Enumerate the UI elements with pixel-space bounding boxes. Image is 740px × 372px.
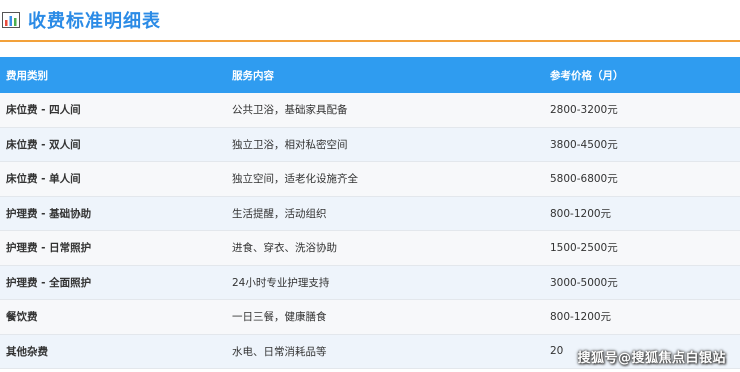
cell-category: 护理费 - 基础协助: [6, 207, 92, 220]
cell-category: 床位费 - 单人间: [6, 173, 81, 186]
cell-category: 餐饮费: [6, 311, 38, 324]
cell-price: 1500-2500元: [550, 242, 618, 255]
table-row: 餐饮费 一日三餐，健康膳食 800-1200元: [0, 300, 740, 335]
cell-category: 其他杂费: [6, 345, 48, 358]
cell-price: 5800-6800元: [550, 173, 618, 186]
cell-service: 公共卫浴，基础家具配备: [232, 104, 348, 117]
table-header: 费用类别 服务内容 参考价格（月）: [0, 57, 740, 93]
bar-chart-icon: [2, 12, 20, 28]
cell-category: 床位费 - 双人间: [6, 138, 81, 151]
column-header-category: 费用类别: [6, 69, 48, 82]
watermark: 搜狐号@搜狐焦点白银站: [577, 351, 726, 366]
cell-category: 护理费 - 全面照护: [6, 276, 92, 289]
cell-price: 800-1200元: [550, 311, 612, 324]
cell-service: 进食、穿衣、洗浴协助: [232, 242, 337, 255]
table-row: 护理费 - 基础协助 生活提醒，活动组织 800-1200元: [0, 196, 740, 231]
cell-service: 独立卫浴，相对私密空间: [232, 138, 348, 151]
cell-service: 24小时专业护理支持: [232, 276, 330, 289]
cell-price: 3000-5000元: [550, 276, 618, 289]
cell-price: 800-1200元: [550, 207, 612, 220]
column-header-price: 参考价格（月）: [550, 69, 624, 82]
column-header-service: 服务内容: [232, 69, 274, 82]
fee-table: 费用类别 服务内容 参考价格（月） 床位费 - 四人间 公共卫浴，基础家具配备 …: [0, 57, 740, 369]
table-row: 护理费 - 日常照护 进食、穿衣、洗浴协助 1500-2500元: [0, 231, 740, 266]
table-row: 床位费 - 单人间 独立空间，适老化设施齐全 5800-6800元: [0, 162, 740, 197]
cell-category: 床位费 - 四人间: [6, 104, 81, 117]
title-bar: 收费标准明细表: [0, 0, 740, 42]
cell-service: 独立空间，适老化设施齐全: [232, 173, 358, 186]
table-row: 床位费 - 四人间 公共卫浴，基础家具配备 2800-3200元: [0, 93, 740, 128]
cell-price: 3800-4500元: [550, 138, 618, 151]
cell-category: 护理费 - 日常照护: [6, 242, 92, 255]
table-row: 床位费 - 双人间 独立卫浴，相对私密空间 3800-4500元: [0, 127, 740, 162]
cell-service: 生活提醒，活动组织: [232, 207, 327, 220]
cell-price: 2800-3200元: [550, 104, 618, 117]
cell-service: 水电、日常消耗品等: [232, 345, 327, 358]
table-row: 护理费 - 全面照护 24小时专业护理支持 3000-5000元: [0, 265, 740, 300]
page-title: 收费标准明细表: [28, 11, 161, 32]
cell-service: 一日三餐，健康膳食: [232, 311, 327, 324]
